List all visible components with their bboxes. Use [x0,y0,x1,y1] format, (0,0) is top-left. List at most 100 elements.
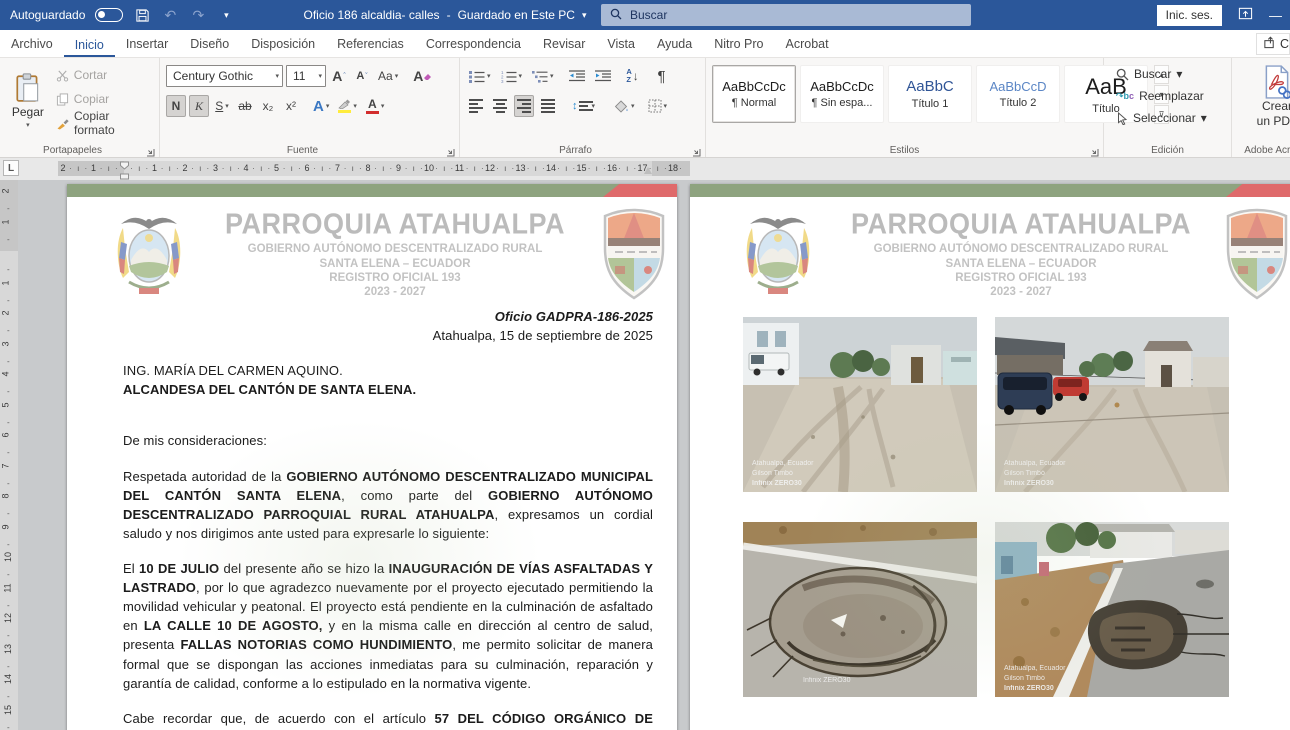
ruler-mark: 1 [1,219,11,224]
ruler-mark: ı [382,162,384,175]
qat-customize-icon[interactable]: ▾ [217,5,235,25]
style-sample: AaBbC [906,78,954,95]
paste-button[interactable]: Pegar ▾ [6,63,50,139]
ribbon-tab-ayuda[interactable]: Ayuda [646,32,703,57]
photo-street-truck: Atahualpa, Ecuador Gilson Timbó Infinix … [743,317,977,492]
grow-font-button[interactable]: Aˆ [329,65,349,87]
find-button[interactable]: Buscar▾ [1116,63,1225,85]
share-button[interactable]: Compartir [1256,33,1290,55]
strikethrough-button[interactable]: ab [235,95,255,117]
font-name-combo[interactable]: Century Gothic▾ [166,65,283,87]
superscript-button[interactable]: x² [281,95,301,117]
format-painter-button[interactable]: Copiar formato [52,111,153,135]
minimize-icon[interactable]: — [1269,8,1282,23]
font-color-button[interactable]: A▾ [363,95,388,117]
search-box[interactable]: Buscar [601,4,971,26]
clipboard-dialog-launcher[interactable] [146,144,156,154]
paragraph-dialog-launcher[interactable] [692,144,702,154]
ribbon-tab-revisar[interactable]: Revisar [532,32,596,57]
sign-in-button[interactable]: Inic. ses. [1157,5,1222,26]
blank-line [123,399,653,415]
paste-dropdown-icon[interactable]: ▾ [26,121,30,129]
underline-button[interactable]: S▾ [212,95,232,117]
ruler-mark: 5 [1,402,11,407]
align-right-button[interactable] [514,95,534,117]
ribbon-tab-referencias[interactable]: Referencias [326,32,415,57]
ruler-mark: ‐ [7,664,10,670]
style-sample: AaBbCcDc [722,79,786,94]
ribbon-tab-insertar[interactable]: Insertar [115,32,179,57]
bullets-button[interactable]: ▾ [466,65,494,87]
justify-button[interactable] [538,95,558,117]
increase-indent-button[interactable] [592,65,614,87]
bold-button[interactable]: N [166,95,186,117]
subscript-button[interactable]: x₂ [258,95,278,117]
page1-body[interactable]: Oficio GADPRA-186-2025Atahualpa, 15 de s… [123,307,653,730]
cut-button[interactable]: Cortar [52,63,153,87]
clear-formatting-button[interactable]: A [410,65,435,87]
paint-bucket-icon [614,100,629,113]
ribbon-tab-vista[interactable]: Vista [596,32,646,57]
multilevel-list-button[interactable]: ▾ [529,65,557,87]
document-title[interactable]: Oficio 186 alcaldia- calles - Guardado e… [300,8,590,22]
redo-icon[interactable]: ↷ [189,5,207,25]
tab-selector[interactable]: L [3,160,19,176]
ribbon-tab-acrobat[interactable]: Acrobat [775,32,840,57]
ribbon-tab-archivo[interactable]: Archivo [0,32,64,57]
styles-group-label: Estilos [706,145,1103,156]
ruler-mark: 11 [3,583,13,592]
show-marks-button[interactable]: ¶ [652,65,672,87]
style-card-título-1[interactable]: AaBbCTítulo 1 [888,65,972,123]
ruler-mark: · [146,162,149,175]
ribbon-display-options-icon[interactable] [1238,6,1253,24]
decrease-indent-button[interactable] [566,65,588,87]
ruler-mark: 8 [1,493,11,498]
font-dialog-launcher[interactable] [446,144,456,154]
ribbon-tab-correspondencia[interactable]: Correspondencia [415,32,532,57]
ribbon-tab-inicio[interactable]: Inicio [64,33,115,58]
select-button[interactable]: Seleccionar▾ [1116,107,1225,129]
sort-button[interactable]: AZ↓ [623,65,643,87]
letterhead-line4: 2023 - 2027 [189,285,601,299]
replace-button[interactable]: ↷bc Reemplazar [1116,85,1225,107]
ribbon-tab-diseño[interactable]: Diseño [179,32,240,57]
ruler-mark: ‐ [7,206,10,212]
numbering-button[interactable]: 123▾ [498,65,526,87]
align-center-button[interactable] [490,95,510,117]
italic-button[interactable]: K [189,95,209,117]
highlight-button[interactable]: ▾ [335,95,360,117]
ribbon-tab-disposición[interactable]: Disposición [240,32,326,57]
ruler-mark: ‐ [7,725,10,730]
share-label: Compartir [1280,37,1290,51]
create-pdf-button[interactable]: Crear un PDF [1238,63,1290,131]
change-case-button[interactable]: Aa▾ [375,65,401,87]
autosave-toggle[interactable] [95,8,123,22]
ruler-mark: · [130,162,133,175]
text-effects-button[interactable]: A▾ [310,95,332,117]
document-canvas[interactable]: 2‐1‐‐1‐2‐3‐4‐5‐6‐7‐8‐9‐10‐11‐12‐13‐14‐15… [0,180,1290,730]
ruler-mark: · [603,162,606,175]
font-size-combo[interactable]: 11▾ [286,65,326,87]
ruler-mark: 12 [3,613,13,623]
line-spacing-button[interactable]: ↕▾ [569,95,598,117]
ruler-mark: ‐ [7,450,10,456]
horizontal-ruler[interactable]: 2·ı·1·ı··ı·1·ı·2·ı·3·ı·4·ı·5·ı·6·ı·7·ı·8… [58,161,690,176]
style-card-sin-espa[interactable]: AaBbCcDc¶ Sin espa... [800,65,884,123]
borders-button[interactable]: ▾ [645,95,671,117]
styles-dialog-launcher[interactable] [1090,144,1100,154]
vertical-ruler[interactable]: 2‐1‐‐1‐2‐3‐4‐5‐6‐7‐8‐9‐10‐11‐12‐13‐14‐15… [0,180,18,730]
ribbon-tab-nitro-pro[interactable]: Nitro Pro [703,32,774,57]
ruler-mark: 6 [304,162,309,175]
style-card-normal[interactable]: AaBbCcDc¶ Normal [712,65,796,123]
save-icon[interactable] [133,5,151,25]
ruler-mark: · [618,162,621,175]
copy-button[interactable]: Copiar [52,87,153,111]
align-left-button[interactable] [466,95,486,117]
parish-crest [1224,208,1290,300]
page-2[interactable]: PARROQUIA ATAHUALPA GOBIERNO AUTÓNOMO DE… [690,184,1290,730]
style-card-título-2[interactable]: AaBbCcDTítulo 2 [976,65,1060,123]
undo-icon[interactable]: ↶ [161,5,179,25]
page-1[interactable]: PARROQUIA ATAHUALPA GOBIERNO AUTÓNOMO DE… [67,184,677,730]
shrink-font-button[interactable]: Aˇ [352,65,372,87]
shading-button[interactable]: ▾ [611,95,638,117]
